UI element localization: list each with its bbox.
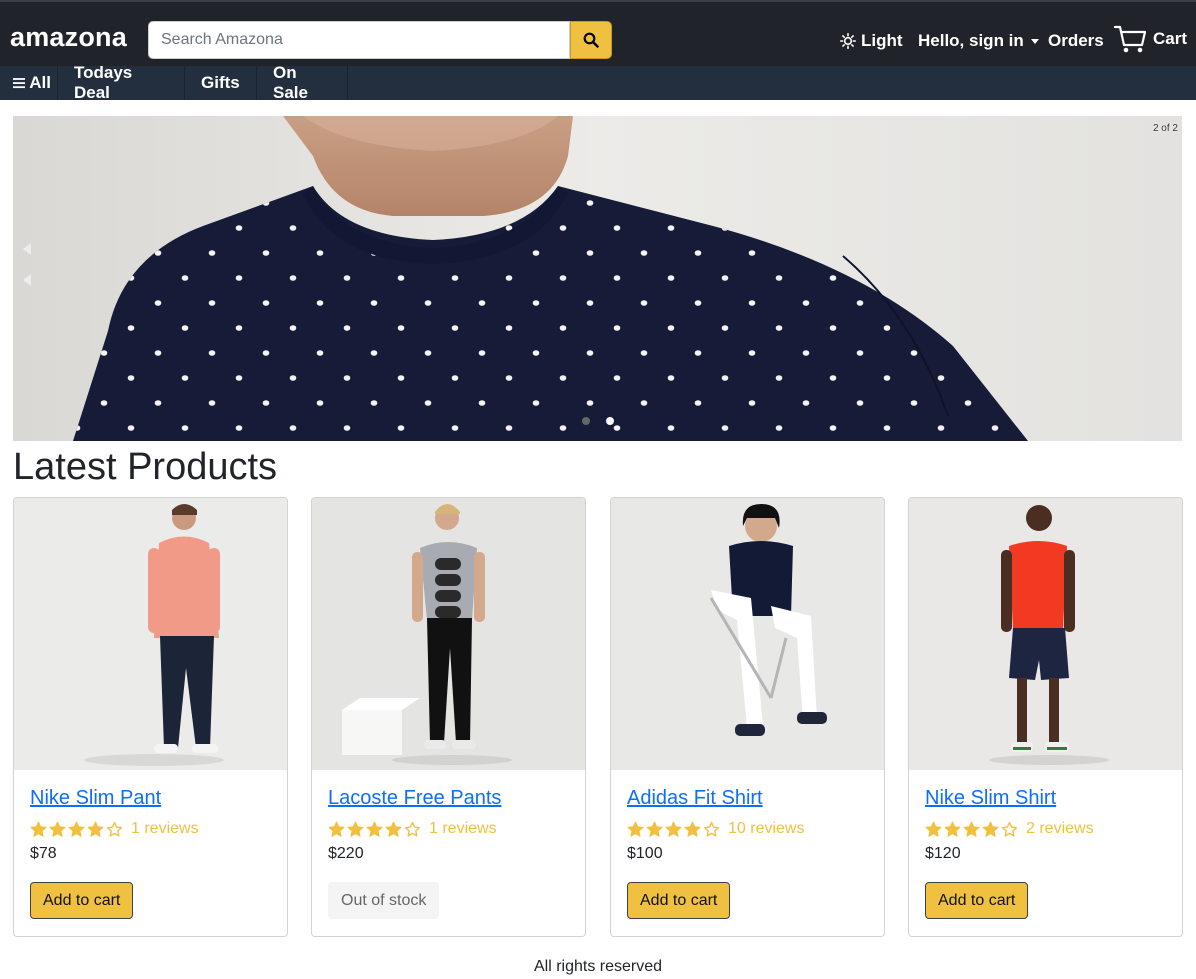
orders-link[interactable]: Orders [1048, 24, 1104, 58]
top-navbar: amazona Light Hello, sign in Orders [0, 0, 1196, 66]
add-to-cart-button[interactable]: Add to cart [925, 882, 1029, 919]
product-card: Nike Slim Shirt 2 reviews $120 Add to ca… [908, 497, 1183, 937]
product-title-link[interactable]: Lacoste Free Pants [328, 787, 501, 810]
category-navbar: All Todays Deal Gifts On Sale [0, 63, 1196, 102]
add-to-cart-button[interactable]: Add to cart [627, 882, 731, 919]
product-image[interactable] [611, 498, 884, 770]
product-rating: 1 reviews [30, 820, 199, 838]
product-image[interactable] [312, 498, 585, 770]
product-price: $220 [328, 845, 364, 862]
product-photo-pink-sweater [14, 498, 287, 770]
carousel-counter: 2 of 2 [1152, 123, 1178, 134]
product-price: $100 [627, 845, 663, 862]
add-to-cart-button[interactable]: Add to cart [30, 882, 134, 919]
review-count[interactable]: 1 reviews [429, 820, 497, 838]
product-photo-grey-tshirt [312, 498, 585, 770]
search-input[interactable] [148, 21, 570, 59]
review-count[interactable]: 1 reviews [131, 820, 199, 838]
orders-label: Orders [1048, 31, 1104, 50]
search-icon [583, 32, 599, 48]
star-icon [925, 821, 1018, 838]
footer-text: All rights reserved [533, 958, 663, 975]
product-title-link[interactable]: Nike Slim Shirt [925, 787, 1056, 810]
section-title: Latest Products [13, 446, 278, 488]
theme-toggle[interactable]: Light [840, 24, 903, 58]
search-button[interactable] [570, 21, 612, 59]
hero-carousel[interactable]: 2 of 2 [13, 116, 1182, 441]
search-form [148, 21, 612, 59]
chevron-down-icon [1030, 38, 1039, 44]
review-count[interactable]: 10 reviews [728, 820, 804, 838]
sun-icon [840, 33, 856, 49]
product-card: Nike Slim Pant 1 reviews $78 Add to cart [13, 497, 288, 937]
product-photo-navy-shirt [611, 498, 884, 770]
carousel-dot-1[interactable] [582, 417, 590, 425]
star-icon [627, 821, 720, 838]
carousel-prev-arrow-shadow [23, 274, 31, 286]
carousel-prev-arrow[interactable] [23, 243, 31, 255]
product-rating: 10 reviews [627, 820, 804, 838]
product-photo-red-polo [909, 498, 1182, 770]
hero-banner-image [13, 116, 1182, 441]
product-rating: 1 reviews [328, 820, 497, 838]
brand-logo[interactable]: amazona [10, 22, 127, 53]
carousel-dot-2[interactable] [606, 417, 614, 425]
cart-icon [1113, 25, 1147, 53]
out-of-stock-button: Out of stock [328, 882, 440, 919]
theme-label: Light [861, 31, 903, 50]
subnav-item-todays-deal[interactable]: Todays Deal [58, 63, 185, 102]
all-label: All [29, 73, 51, 92]
carousel-indicators [582, 417, 614, 425]
all-menu-button[interactable]: All [0, 66, 58, 100]
cart-label: Cart [1153, 29, 1188, 48]
menu-icon [13, 78, 26, 89]
product-price: $120 [925, 845, 961, 862]
signin-dropdown[interactable]: Hello, sign in [918, 24, 1039, 58]
star-icon [328, 821, 421, 838]
product-card: Lacoste Free Pants 1 reviews $220 Out of… [311, 497, 586, 937]
product-price: $78 [30, 845, 57, 862]
product-image[interactable] [14, 498, 287, 770]
star-icon [30, 821, 123, 838]
subnav-item-gifts[interactable]: Gifts [185, 66, 257, 100]
cart-link[interactable]: Cart [1113, 22, 1187, 56]
review-count[interactable]: 2 reviews [1026, 820, 1094, 838]
product-title-link[interactable]: Nike Slim Pant [30, 787, 161, 810]
product-rating: 2 reviews [925, 820, 1094, 838]
subnav-item-on-sale[interactable]: On Sale [257, 63, 348, 102]
product-image[interactable] [909, 498, 1182, 770]
signin-label: Hello, sign in [918, 31, 1024, 50]
product-title-link[interactable]: Adidas Fit Shirt [627, 787, 763, 810]
product-card: Adidas Fit Shirt 10 reviews $100 Add to … [610, 497, 885, 937]
